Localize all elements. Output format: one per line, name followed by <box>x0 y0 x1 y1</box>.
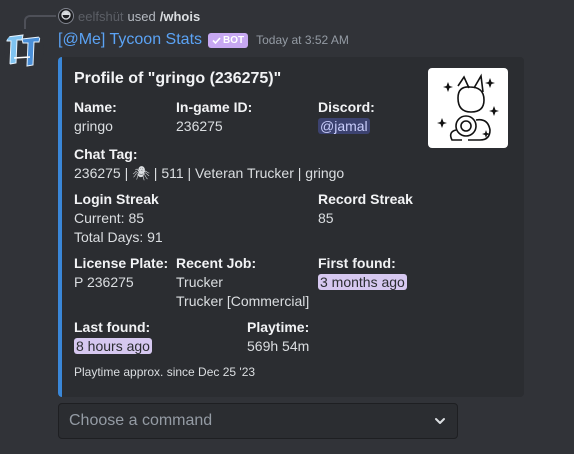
field-ingame-id-value: 236275 <box>176 118 223 134</box>
field-name-value: gringo <box>74 118 113 134</box>
field-first-found-label: First found: <box>318 255 396 271</box>
field-discord-label: Discord: <box>318 99 375 115</box>
field-name: Name: gringo <box>74 98 117 136</box>
message-header: [@Me] Tycoon Stats BOT Today at 3:52 AM <box>58 30 349 50</box>
reply-context[interactable]: eelfshüt used /whois <box>58 7 200 25</box>
field-license-plate: License Plate: P 236275 <box>74 254 168 292</box>
bot-tag: BOT <box>208 32 249 48</box>
first-found-timestamp[interactable]: 3 months ago <box>318 274 407 290</box>
field-login-streak-label: Login Streak <box>74 191 159 207</box>
field-name-label: Name: <box>74 99 117 115</box>
field-playtime-value: 569h 54m <box>247 338 310 354</box>
field-record-streak-label: Record Streak <box>318 191 413 207</box>
field-recent-job-label: Recent Job: <box>176 255 257 271</box>
field-first-found: First found: 3 months ago <box>318 254 407 292</box>
bot-avatar[interactable] <box>4 30 44 70</box>
message-timestamp[interactable]: Today at 3:52 AM <box>256 33 349 47</box>
field-record-streak-value: 85 <box>318 210 334 226</box>
profile-embed: Profile of "gringo (236275)" Name: gring… <box>58 57 524 397</box>
check-icon <box>212 36 221 44</box>
field-login-streak: Login Streak Current: 85 Total Days: 91 <box>74 190 163 247</box>
last-found-timestamp[interactable]: 8 hours ago <box>74 338 152 354</box>
command-select-placeholder: Choose a command <box>69 412 213 429</box>
command-select[interactable]: Choose a command <box>58 403 458 439</box>
field-playtime: Playtime: 569h 54m <box>247 318 309 356</box>
field-record-streak: Record Streak 85 <box>318 190 413 228</box>
chevron-down-icon[interactable] <box>433 414 447 428</box>
field-license-plate-label: License Plate: <box>74 255 169 271</box>
embed-title: Profile of "gringo (236275)" <box>74 70 282 87</box>
embed-footer: Playtime approx. since Dec 25 '23 <box>74 365 256 379</box>
discord-mention[interactable]: @jamal <box>318 118 370 134</box>
field-discord: Discord: @jamal <box>318 98 375 136</box>
field-chat-tag-value: 236275 | 🕷 | 511 | Veteran Trucker | gri… <box>74 165 345 181</box>
field-last-found: Last found: 8 hours ago <box>74 318 152 356</box>
bot-tag-label: BOT <box>223 34 245 46</box>
field-playtime-label: Playtime: <box>247 319 310 335</box>
reply-command[interactable]: /whois <box>160 9 200 24</box>
field-chat-tag: Chat Tag: 236275 | 🕷 | 511 | Veteran Tru… <box>74 145 344 183</box>
reply-avatar[interactable] <box>58 8 74 24</box>
field-chat-tag-label: Chat Tag: <box>74 146 138 162</box>
field-recent-job: Recent Job: Trucker Trucker [Commercial] <box>176 254 309 311</box>
recent-job-line2: Trucker [Commercial] <box>176 293 310 309</box>
reply-username[interactable]: eelfshüt <box>78 9 124 24</box>
field-license-plate-value: P 236275 <box>74 274 134 290</box>
field-last-found-label: Last found: <box>74 319 151 335</box>
field-ingame-id: In-game ID: 236275 <box>176 98 252 136</box>
login-streak-total: Total Days: 91 <box>74 229 163 245</box>
reply-connector <box>24 15 56 29</box>
login-streak-current: Current: 85 <box>74 210 145 226</box>
recent-job-line1: Trucker <box>176 274 223 290</box>
embed-thumbnail[interactable] <box>428 68 508 148</box>
author-name[interactable]: [@Me] Tycoon Stats <box>58 31 202 49</box>
field-ingame-id-label: In-game ID: <box>176 99 253 115</box>
reply-used-text: used <box>127 8 156 24</box>
